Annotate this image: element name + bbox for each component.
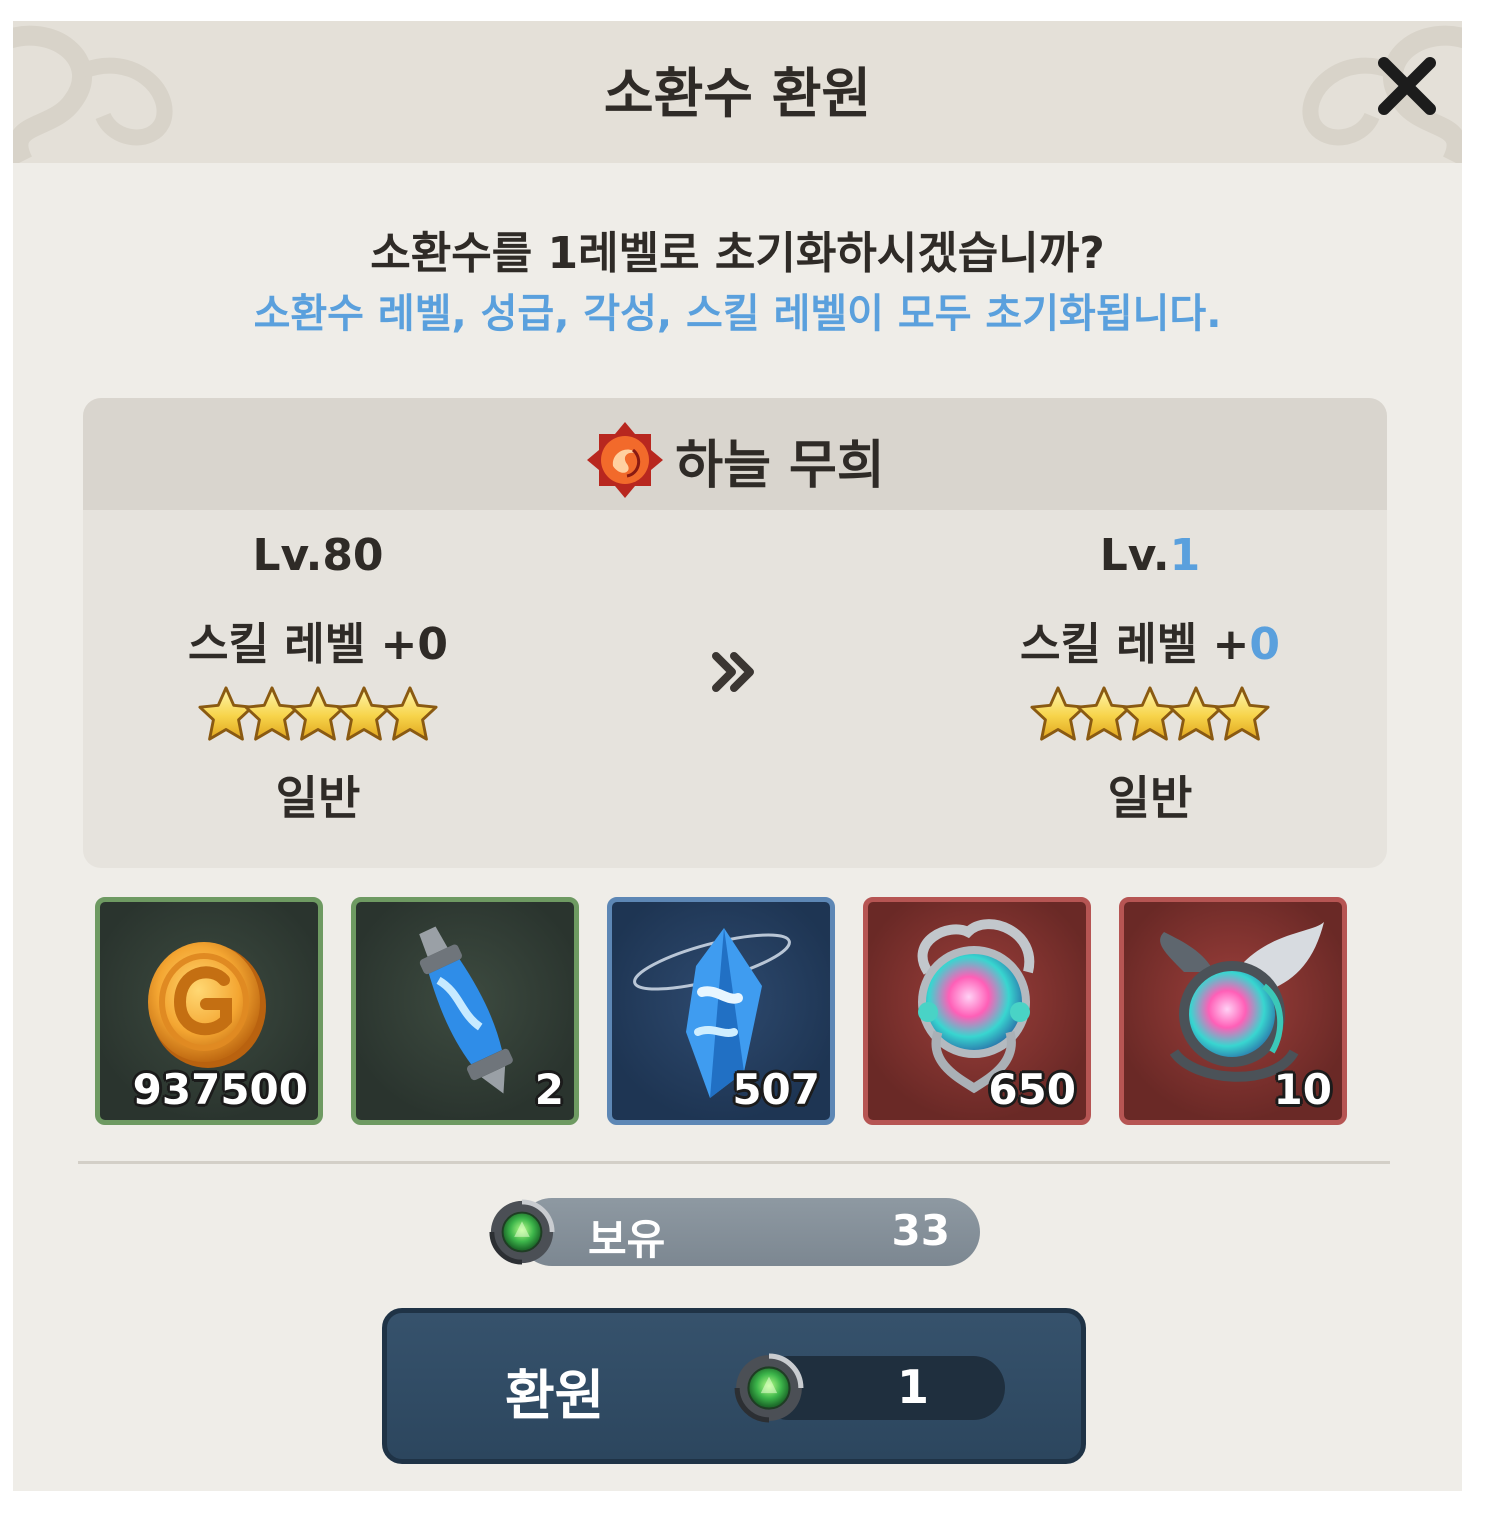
dialog-header: 소환수 환원 [13,21,1462,163]
summon-comparison-panel: 하늘 무희 Lv.80 스킬 레벨 +0 일반 Lv.1 스킬 레벨 +0 일반 [83,398,1387,868]
summon-header: 하늘 무희 [83,398,1387,510]
green-gem-icon [733,1352,805,1424]
star-icon [381,682,439,746]
item-quantity: 507 [732,1065,820,1114]
summon-name: 하늘 무희 [675,435,885,496]
owned-currency-bar: 보유 33 [518,1198,980,1266]
reward-item-orb[interactable]: 650 [863,897,1091,1125]
restore-button-label: 환원 [505,1364,605,1427]
item-quantity: 10 [1273,1065,1332,1114]
restore-summon-dialog: 소환수 환원 소환수를 1레벨로 초기화하시겠습니까? 소환수 레벨, 성급, … [13,21,1462,1491]
close-button[interactable] [1372,51,1442,121]
reward-item-gold[interactable]: 937500 [95,897,323,1125]
star-icon [1213,682,1271,746]
item-quantity: 650 [988,1065,1076,1114]
before-grade: 일반 [275,771,361,825]
restore-cost: 1 [757,1356,1005,1420]
after-skill-level: 스킬 레벨 +0 [1019,619,1281,670]
reset-warning: 소환수 레벨, 성급, 각성, 스킬 레벨이 모두 초기화됩니다. [253,291,1222,337]
item-quantity: 937500 [132,1065,308,1114]
before-skill-level: 스킬 레벨 +0 [187,619,449,670]
after-stats: Lv.1 스킬 레벨 +0 일반 [920,530,1380,828]
divider [78,1161,1390,1164]
after-star-rating [920,682,1380,748]
fire-element-icon [587,422,664,498]
restore-cost-value: 1 [897,1360,930,1414]
double-chevron-right-icon [712,652,754,692]
close-icon [1378,57,1436,115]
item-quantity: 2 [534,1065,564,1114]
before-level: Lv.80 [252,530,384,581]
before-star-rating [88,682,548,748]
after-level: Lv.1 [1099,530,1201,581]
owned-value: 33 [891,1206,950,1255]
restore-button[interactable]: 환원 1 [382,1308,1086,1464]
dialog-title: 소환수 환원 [603,62,872,125]
reward-item-potion[interactable]: 2 [351,897,579,1125]
reward-item-winged-orb[interactable]: 10 [1119,897,1347,1125]
green-gem-icon [488,1198,556,1266]
reward-item-crystal[interactable]: 507 [607,897,835,1125]
owned-label: 보유 [588,1215,666,1264]
before-stats: Lv.80 스킬 레벨 +0 일반 [88,530,548,828]
confirm-question: 소환수를 1레벨로 초기화하시겠습니까? [370,228,1105,279]
after-grade: 일반 [1107,771,1193,825]
